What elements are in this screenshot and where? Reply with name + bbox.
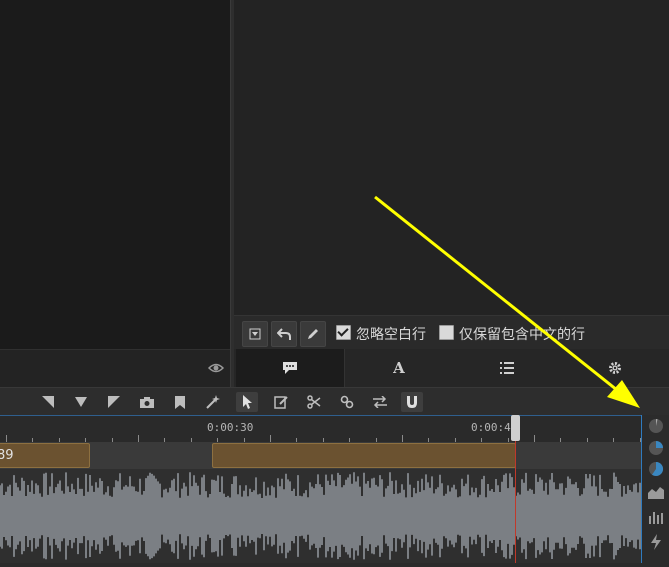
subtitle-options-toolbar: 忽略空白行 仅保留包含中文的行 [234, 315, 669, 350]
tab-list[interactable] [453, 349, 561, 387]
side-meters [642, 415, 669, 563]
tab-font[interactable]: A [345, 349, 453, 387]
ignore-blank-lines-label: 忽略空白行 [356, 327, 426, 343]
camera-icon[interactable] [136, 392, 158, 412]
tab-settings[interactable] [561, 349, 669, 387]
eye-icon[interactable] [207, 360, 225, 376]
time-label-30: 0:00:30 [207, 421, 254, 434]
subtitle-text-panel[interactable] [234, 0, 669, 315]
edit-clip-icon[interactable] [270, 392, 292, 412]
pointer-tool-icon[interactable] [236, 392, 258, 412]
undo-button[interactable] [271, 321, 297, 347]
link-icon[interactable] [336, 392, 358, 412]
pie-meter-icon[interactable] [648, 440, 664, 456]
marker-down-icon[interactable] [70, 392, 92, 412]
video-preview [0, 0, 230, 349]
playhead-handle[interactable] [511, 415, 520, 441]
magnet-snap-icon[interactable] [401, 392, 423, 412]
timeline-ruler[interactable]: 0:00:30 0:00:40 [0, 415, 667, 443]
keep-chinese-only-checkbox[interactable] [439, 325, 454, 340]
dropdown-icon [249, 328, 261, 340]
subtitle-track: 89 [0, 442, 641, 469]
bar-chart-icon[interactable] [648, 509, 664, 525]
waveform-path [0, 472, 641, 560]
font-a-icon: A [393, 359, 405, 377]
keep-chinese-only-label: 仅保留包含中文的行 [459, 327, 585, 343]
pie-meter-icon[interactable] [648, 461, 664, 477]
dropdown-toggle-button[interactable] [242, 321, 268, 347]
undo-icon [277, 328, 291, 340]
panel-tabs: A [234, 349, 669, 387]
preview-controls-bar [0, 349, 230, 387]
area-chart-icon[interactable] [648, 484, 664, 500]
trim-end-icon[interactable] [103, 392, 125, 412]
tab-subtitles[interactable] [236, 349, 344, 387]
subtitle-clip-text: 89 [0, 448, 14, 463]
subtitle-clip[interactable]: 89 [0, 443, 90, 468]
scissors-icon[interactable] [303, 392, 325, 412]
audio-waveform-track[interactable] [0, 469, 641, 563]
timeline-toolbar [0, 387, 669, 416]
pencil-icon [308, 329, 318, 339]
subtitle-clip[interactable] [212, 443, 516, 468]
bookmark-icon[interactable] [169, 392, 191, 412]
edit-button[interactable] [300, 321, 326, 347]
lightning-icon[interactable] [648, 534, 664, 550]
swap-icon[interactable] [369, 392, 391, 412]
ignore-blank-lines-checkbox[interactable] [336, 325, 351, 340]
trim-start-icon[interactable] [37, 392, 59, 412]
speech-bubble-icon [283, 362, 297, 374]
gear-icon [609, 362, 621, 374]
magic-wand-icon[interactable] [202, 392, 224, 412]
audio-waveform [0, 472, 641, 560]
pie-meter-icon[interactable] [648, 418, 664, 434]
list-icon [500, 362, 514, 374]
